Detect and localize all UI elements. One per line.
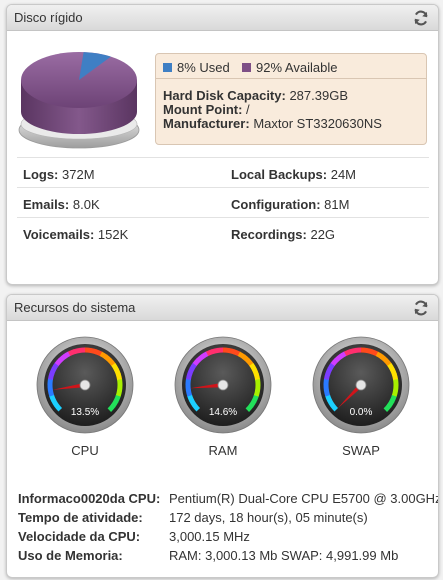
legend-used-label: 8% Used [177, 60, 230, 75]
disk-legend: 8% Used 92% Available [156, 54, 426, 79]
stat-logs-value: 372M [62, 167, 95, 182]
mount-value: / [246, 102, 250, 117]
cpu-gauge-label: CPU [71, 443, 99, 458]
system-panel-header: Recursos do sistema [7, 295, 438, 321]
system-panel-title: Recursos do sistema [14, 300, 136, 315]
info-value: 3,000.15 MHz [169, 529, 250, 544]
system-resources-panel: Recursos do sistema 13.5% CPU 14.6% RAM 0.0%… [6, 294, 439, 578]
disk-panel-header: Disco rígido [7, 5, 438, 31]
info-value: Pentium(R) Dual-Core CPU E5700 @ 3.00GHz [169, 491, 439, 506]
mount-line: Mount Point: / [163, 102, 250, 117]
capacity-line: Hard Disk Capacity: 287.39GB [163, 88, 348, 103]
stat-configuration-value: 81M [324, 197, 350, 212]
disk-panel: Disco rígido 8% Used 92% Available Hard … [6, 4, 439, 285]
refresh-icon[interactable] [412, 9, 430, 27]
stat-row: Emails: 8.0K Configuration: 81M [17, 187, 429, 217]
capacity-value: 287.39GB [289, 88, 348, 103]
stat-row: Logs: 372M Local Backups: 24M [17, 157, 429, 187]
info-label: Uso de Memoria: [18, 548, 123, 563]
stat-emails-label: Emails: [23, 197, 70, 212]
swap-gauge-value: 0.0% [350, 407, 373, 418]
info-value: RAM: 3,000.13 Mb SWAP: 4,991.99 Mb [169, 548, 399, 563]
stat-emails-value: 8.0K [72, 197, 100, 212]
info-value: 172 days, 18 hour(s), 05 minute(s) [169, 510, 368, 525]
info-label: Tempo de atividade: [18, 510, 143, 525]
stat-voicemails: Voicemails: 152K [23, 227, 128, 242]
legend-available: 92% Available [242, 60, 337, 75]
disk-info-box: 8% Used 92% Available Hard Disk Capacity… [155, 53, 427, 145]
ram-gauge-label: RAM [208, 443, 238, 458]
stat-logs-label: Logs: [23, 167, 59, 182]
disk-usage-pie-chart [18, 52, 140, 149]
stat-voicemails-label: Voicemails: [23, 227, 95, 242]
stat-logs: Logs: 372M [23, 167, 95, 182]
swap-gauge: 0.0% [312, 336, 410, 434]
ram-gauge-value: 14.6% [209, 407, 237, 418]
stat-row: Voicemails: 152K Recordings: 22G [17, 217, 429, 247]
stat-local-backups-label: Local Backups: [231, 167, 328, 182]
disk-panel-title: Disco rígido [14, 10, 83, 25]
legend-used: 8% Used [163, 60, 230, 75]
ram-gauge: 14.6% [174, 336, 272, 434]
used-swatch [163, 63, 172, 72]
disk-stats: Logs: 372M Local Backups: 24M Emails: 8.… [17, 157, 429, 247]
stat-emails: Emails: 8.0K [23, 197, 100, 212]
legend-available-label: 92% Available [256, 60, 338, 75]
manufacturer-line: Manufacturer: Maxtor ST3320630NS [163, 116, 382, 131]
cpu-gauge: 13.5% [36, 336, 134, 434]
info-label: Velocidade da CPU: [18, 529, 141, 544]
stat-recordings-label: Recordings: [231, 227, 307, 242]
stat-recordings-value: 22G [310, 227, 336, 242]
capacity-label: Hard Disk Capacity: [163, 88, 286, 103]
refresh-icon[interactable] [412, 299, 430, 317]
stat-configuration: Configuration: 81M [231, 197, 349, 212]
stat-configuration-label: Configuration: [231, 197, 321, 212]
mount-label: Mount Point: [163, 102, 243, 117]
stat-recordings: Recordings: 22G [231, 227, 335, 242]
stat-voicemails-value: 152K [97, 227, 129, 242]
cpu-gauge-value: 13.5% [71, 407, 99, 418]
manufacturer-value: Maxtor ST3320630NS [253, 116, 382, 131]
available-swatch [242, 63, 251, 72]
stat-local-backups-value: 24M [330, 167, 357, 182]
swap-gauge-label: SWAP [342, 443, 380, 458]
manufacturer-label: Manufacturer: [163, 116, 250, 131]
stat-local-backups: Local Backups: 24M [231, 167, 356, 182]
info-label: Informaco0020da CPU: [18, 491, 161, 506]
